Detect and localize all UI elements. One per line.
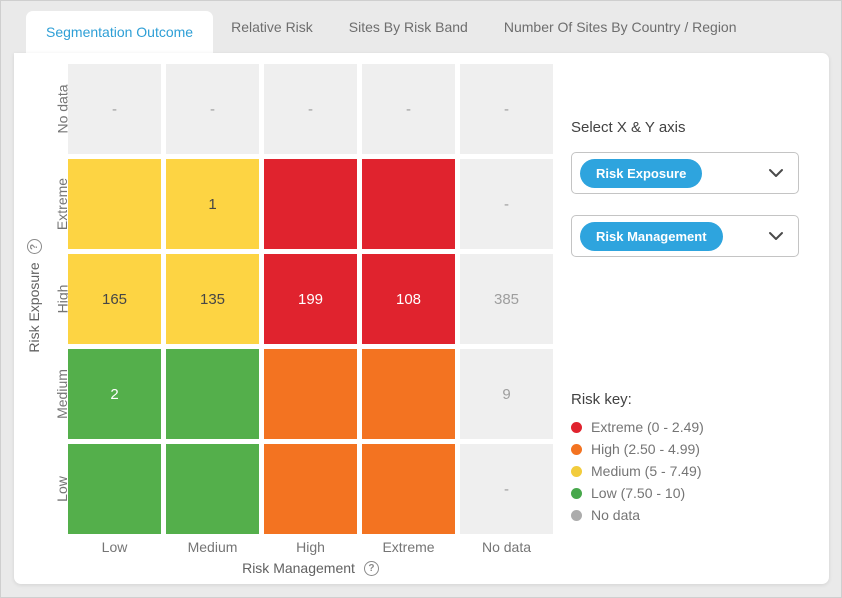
heatmap-cell[interactable] <box>166 349 259 439</box>
heatmap-cell[interactable] <box>264 349 357 439</box>
heatmap-cell[interactable]: - <box>264 64 357 154</box>
heatmap-cell[interactable]: - <box>68 64 161 154</box>
legend-dot-icon <box>571 466 582 477</box>
heatmap-grid: -----1-16513519910838529- <box>68 64 553 534</box>
x-axis-label-medium: Medium <box>166 539 259 555</box>
heatmap-cell[interactable]: 9 <box>460 349 553 439</box>
tab-relative-risk[interactable]: Relative Risk <box>213 1 331 53</box>
heatmap-cell[interactable]: 199 <box>264 254 357 344</box>
heatmap-cell[interactable] <box>362 444 455 534</box>
tab-segmentation-outcome[interactable]: Segmentation Outcome <box>26 11 213 53</box>
risk-key-item-no: No data <box>571 504 704 526</box>
x-axis-label-no-data: No data <box>460 539 553 555</box>
heatmap-cell[interactable]: - <box>362 64 455 154</box>
tab-bar: Segmentation OutcomeRelative RiskSites B… <box>1 1 841 53</box>
heatmap-cell[interactable] <box>264 159 357 249</box>
x-axis-select-pill[interactable]: Risk Management <box>580 222 723 251</box>
x-axis-label-high: High <box>264 539 357 555</box>
chevron-down-icon <box>768 231 784 241</box>
x-axis-label-extreme: Extreme <box>362 539 455 555</box>
heatmap-cell[interactable] <box>362 349 455 439</box>
axis-selector-title: Select X & Y axis <box>571 119 686 136</box>
x-axis-title-label: Risk Management <box>242 560 355 576</box>
heatmap-cell[interactable]: - <box>166 64 259 154</box>
x-axis-title: Risk Management ? <box>68 560 553 576</box>
heatmap-cell[interactable] <box>166 444 259 534</box>
risk-key-item-medium: Medium (5 - 7.49) <box>571 460 704 482</box>
heatmap-cell[interactable]: - <box>460 159 553 249</box>
risk-key-item-low: Low (7.50 - 10) <box>571 482 704 504</box>
y-axis-labels: No dataExtremeHighMediumLow <box>36 64 66 534</box>
tab-sites-by-risk-band[interactable]: Sites By Risk Band <box>331 1 486 53</box>
heatmap-cell[interactable]: 108 <box>362 254 455 344</box>
chevron-down-icon <box>768 168 784 178</box>
heatmap-cell[interactable]: 135 <box>166 254 259 344</box>
risk-key-item-high: High (2.50 - 4.99) <box>571 438 704 460</box>
x-axis-help-icon[interactable]: ? <box>364 561 379 576</box>
app-window: Segmentation OutcomeRelative RiskSites B… <box>0 0 842 598</box>
risk-key-item-extreme: Extreme (0 - 2.49) <box>571 416 704 438</box>
x-axis-labels: Low Medium High Extreme No data <box>68 539 553 555</box>
y-axis-select[interactable]: Risk Exposure <box>571 152 799 194</box>
x-axis-label-low: Low <box>68 539 161 555</box>
heatmap-cell[interactable]: - <box>460 444 553 534</box>
heatmap-cell[interactable] <box>68 444 161 534</box>
heatmap-cell[interactable]: 385 <box>460 254 553 344</box>
x-axis-select[interactable]: Risk Management <box>571 215 799 257</box>
risk-key-items: Extreme (0 - 2.49)High (2.50 - 4.99)Medi… <box>571 416 704 526</box>
heatmap-cell[interactable]: 165 <box>68 254 161 344</box>
heatmap-cell[interactable]: - <box>460 64 553 154</box>
risk-key-title: Risk key: <box>571 391 704 408</box>
heatmap-cell[interactable] <box>264 444 357 534</box>
heatmap-cell[interactable]: 1 <box>166 159 259 249</box>
y-axis-select-pill[interactable]: Risk Exposure <box>580 159 702 188</box>
tab-number-of-sites-by-country-region[interactable]: Number Of Sites By Country / Region <box>486 1 755 53</box>
legend-dot-icon <box>571 422 582 433</box>
segmentation-panel: Risk Exposure ? No dataExtremeHighMedium… <box>14 53 829 584</box>
heatmap-cell[interactable]: 2 <box>68 349 161 439</box>
heatmap-cell[interactable] <box>68 159 161 249</box>
heatmap-cell[interactable] <box>362 159 455 249</box>
legend-dot-icon <box>571 488 582 499</box>
risk-key-legend: Risk key: Extreme (0 - 2.49)High (2.50 -… <box>571 391 704 526</box>
legend-dot-icon <box>571 510 582 521</box>
legend-dot-icon <box>571 444 582 455</box>
